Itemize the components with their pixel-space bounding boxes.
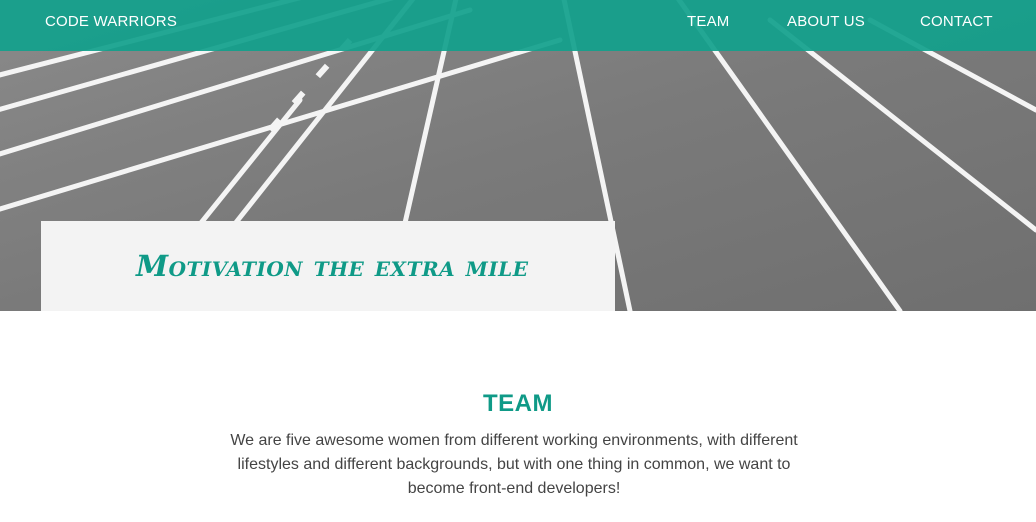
nav-link-contact[interactable]: CONTACT xyxy=(920,13,993,30)
tagline-box: Motivation the extra mile xyxy=(41,221,615,311)
hero-banner: CODE WARRIORS TEAM ABOUT US CONTACT Moti… xyxy=(0,0,1036,311)
brand-logo[interactable]: CODE WARRIORS xyxy=(45,13,177,30)
team-section: TEAM We are five awesome women from diff… xyxy=(0,311,1036,522)
navbar: CODE WARRIORS TEAM ABOUT US CONTACT xyxy=(0,0,1036,51)
hero-tagline: Motivation the extra mile xyxy=(136,249,529,283)
team-description: We are five awesome women from different… xyxy=(230,432,798,497)
team-heading: TEAM xyxy=(483,390,553,417)
nav-link-team[interactable]: TEAM xyxy=(687,13,729,30)
nav-link-about-us[interactable]: ABOUT US xyxy=(787,13,865,30)
